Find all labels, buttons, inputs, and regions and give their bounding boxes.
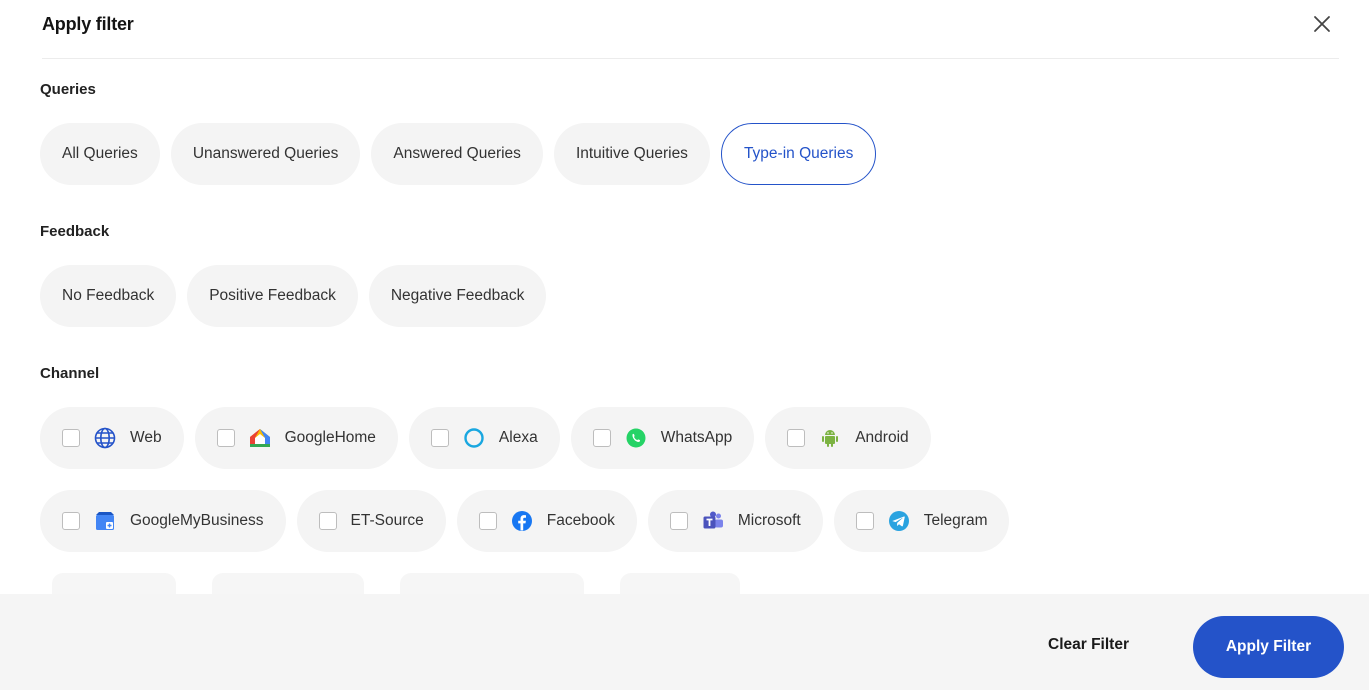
chip-answered-queries[interactable]: Answered Queries: [371, 123, 543, 185]
chip-negative-feedback[interactable]: Negative Feedback: [368, 265, 547, 327]
whatsapp-icon: [625, 427, 647, 449]
checkbox[interactable]: [62, 512, 80, 530]
channel-chip-microsoft[interactable]: Microsoft: [647, 490, 823, 552]
google-home-icon: [249, 427, 271, 449]
chip-type-in-queries[interactable]: Type-in Queries: [720, 123, 877, 185]
feedback-label: Feedback: [40, 223, 110, 240]
channel-label: Channel: [40, 365, 100, 382]
alexa-icon: [463, 427, 485, 449]
channel-label-telegram: Telegram: [923, 512, 988, 529]
channel-label-microsoft: Microsoft: [737, 512, 801, 529]
chip-all-queries[interactable]: All Queries: [40, 123, 160, 185]
clear-filter-button[interactable]: Clear Filter: [1048, 636, 1129, 654]
channel-chip-et-source[interactable]: ET-Source: [296, 490, 446, 552]
channel-label-facebook: Facebook: [546, 512, 615, 529]
channel-label-android: Android: [855, 429, 909, 446]
microsoft-teams-icon: [702, 510, 724, 532]
channel-label-googlemybusiness: GoogleMyBusiness: [130, 512, 264, 529]
apply-filter-button[interactable]: Apply Filter: [1193, 616, 1344, 678]
checkbox[interactable]: [855, 512, 874, 530]
channel-label-et-source: ET-Source: [350, 512, 424, 529]
telegram-icon: [888, 510, 910, 532]
checkbox[interactable]: [787, 429, 806, 447]
checkbox[interactable]: [216, 429, 235, 447]
chip-no-feedback[interactable]: No Feedback: [40, 265, 177, 327]
apply-filter-modal: Apply filter Queries All Queries Unanswe…: [0, 0, 1369, 690]
partial-chip: [400, 573, 584, 595]
channel-chip-googlemybusiness[interactable]: GoogleMyBusiness: [40, 490, 286, 552]
channel-chip-alexa[interactable]: Alexa: [408, 407, 560, 469]
channel-label-googlehome: GoogleHome: [284, 429, 376, 446]
channel-chip-googlehome[interactable]: GoogleHome: [194, 407, 398, 469]
checkbox[interactable]: [592, 429, 611, 447]
modal-header: Apply filter: [42, 0, 1339, 59]
facebook-icon: [511, 510, 533, 532]
google-my-business-icon: [94, 510, 116, 532]
channel-chip-web[interactable]: Web: [40, 407, 184, 469]
channel-row-2: GoogleMyBusiness ET-Source Facebook Micr…: [40, 490, 1010, 552]
channel-chip-android[interactable]: Android: [765, 407, 931, 469]
channel-label-alexa: Alexa: [498, 429, 538, 446]
channel-chip-whatsapp[interactable]: WhatsApp: [570, 407, 755, 469]
checkbox[interactable]: [318, 512, 337, 530]
modal-title: Apply filter: [42, 14, 134, 34]
checkbox[interactable]: [62, 429, 80, 447]
chip-intuitive-queries[interactable]: Intuitive Queries: [553, 123, 710, 185]
android-icon: [819, 427, 841, 449]
channel-chip-telegram[interactable]: Telegram: [833, 490, 1010, 552]
channel-label-web: Web: [130, 429, 162, 446]
queries-chip-row: All Queries Unanswered Queries Answered …: [40, 123, 877, 185]
globe-icon: [94, 427, 116, 449]
partial-chip: [212, 573, 364, 595]
close-icon[interactable]: [1311, 13, 1333, 35]
modal-footer: [0, 594, 1369, 690]
feedback-chip-row: No Feedback Positive Feedback Negative F…: [40, 265, 547, 327]
chip-unanswered-queries[interactable]: Unanswered Queries: [170, 123, 361, 185]
queries-label: Queries: [40, 81, 96, 98]
checkbox[interactable]: [430, 429, 449, 447]
chip-positive-feedback[interactable]: Positive Feedback: [187, 265, 358, 327]
channel-row-1: Web GoogleHome Alexa WhatsApp Android: [40, 407, 931, 469]
channel-label-whatsapp: WhatsApp: [660, 429, 733, 446]
partial-chip: [620, 573, 740, 595]
partial-chip: [52, 573, 176, 595]
checkbox[interactable]: [669, 512, 688, 530]
channel-chip-facebook[interactable]: Facebook: [456, 490, 637, 552]
channel-row-3-partial: [52, 573, 740, 595]
checkbox[interactable]: [478, 512, 497, 530]
